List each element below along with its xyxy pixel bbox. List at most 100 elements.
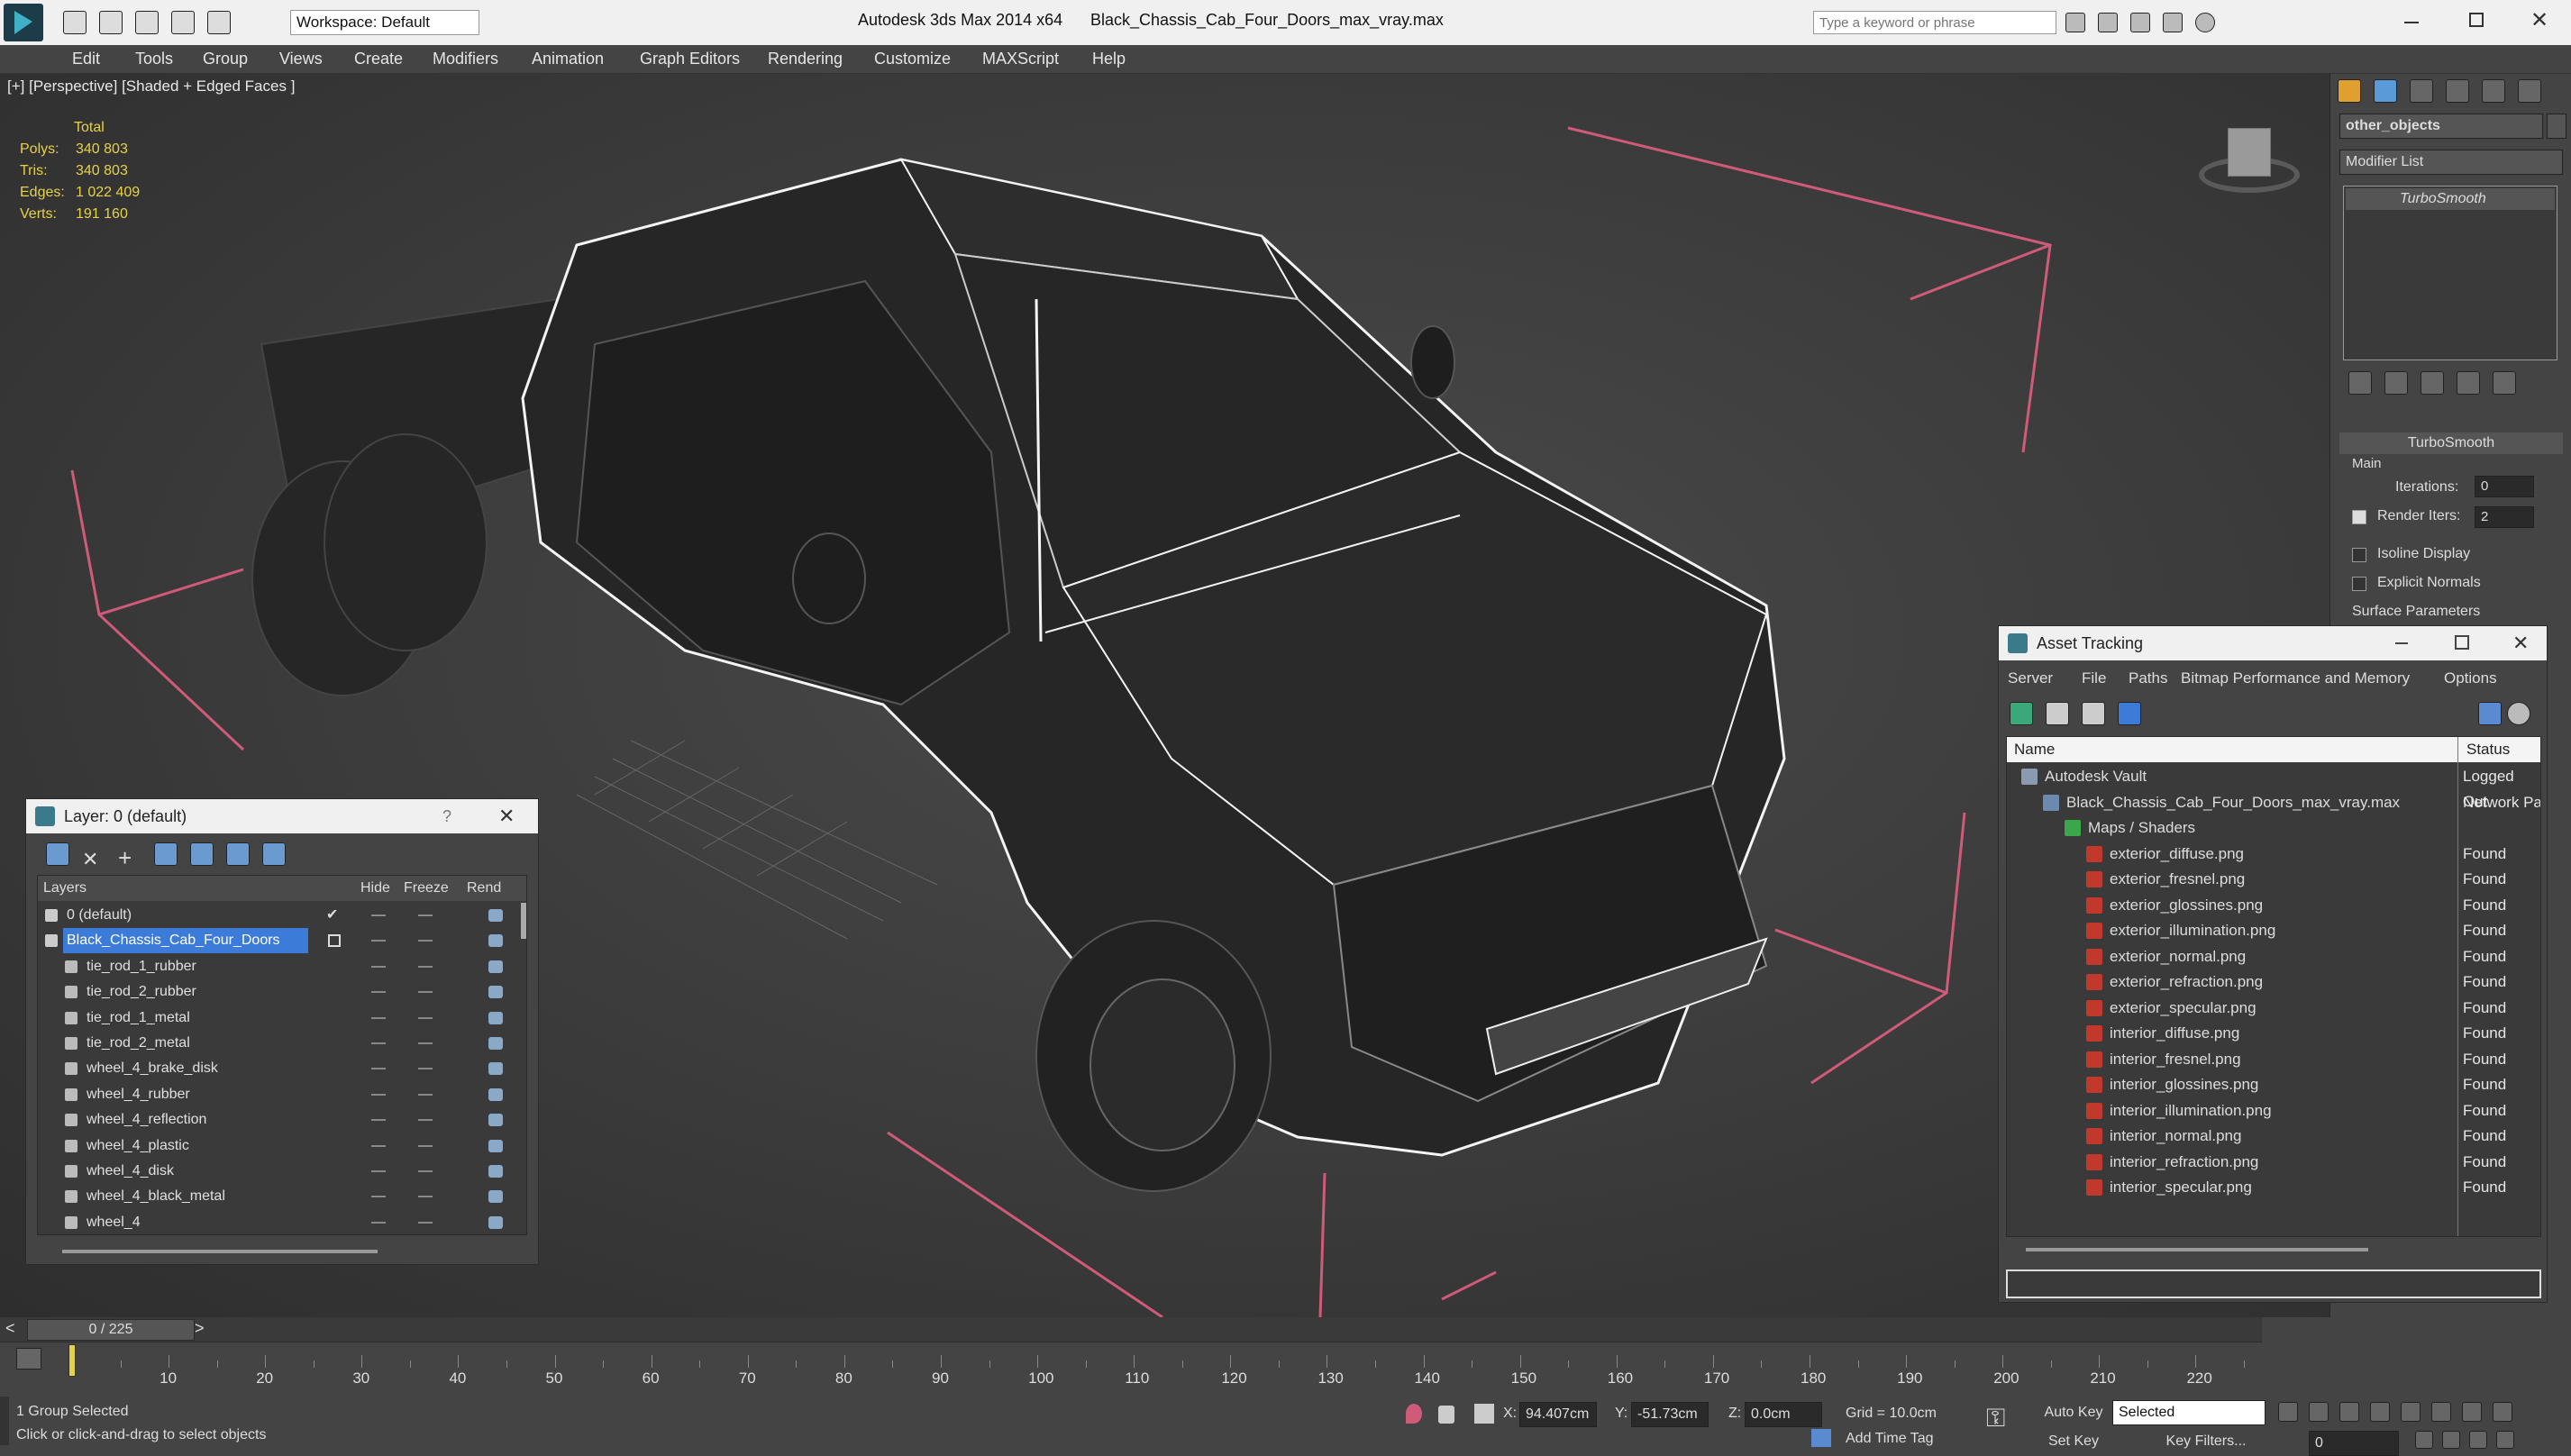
layer-row[interactable]: wheel_4_plastic	[38, 1133, 524, 1159]
pin-stack-icon[interactable]	[2348, 371, 2372, 395]
asset-menu-options[interactable]: Options	[2444, 666, 2497, 691]
layer-row[interactable]: wheel_4_disk	[38, 1159, 524, 1184]
iterations-spinner[interactable]: 0	[2475, 476, 2534, 497]
layer-list-scrollbar[interactable]	[521, 903, 526, 939]
hide-toggle[interactable]	[371, 940, 386, 942]
maximize-viewport-icon[interactable]	[2496, 1431, 2514, 1449]
menu-tools[interactable]: Tools	[135, 50, 173, 68]
set-current-layer-box[interactable]	[328, 934, 341, 948]
render-toggle-icon[interactable]	[488, 1139, 503, 1152]
freeze-toggle[interactable]	[418, 1068, 433, 1070]
menu-create[interactable]: Create	[354, 50, 403, 68]
asset-row[interactable]: interior_fresnel.png Found	[2007, 1047, 2540, 1072]
maxscript-listener-icon[interactable]	[0, 1397, 9, 1445]
freeze-toggle[interactable]	[418, 1119, 433, 1122]
current-layer-check-icon[interactable]: ✔	[326, 903, 338, 928]
time-slider-thumb[interactable]: 0 / 225	[27, 1319, 195, 1341]
new-file-icon[interactable]	[63, 11, 87, 34]
layer-row[interactable]: Black_Chassis_Cab_Four_Doors	[38, 928, 524, 954]
hide-toggle[interactable]	[371, 1119, 386, 1122]
layer-panel-help-button[interactable]: ?	[442, 799, 451, 833]
search-input[interactable]	[1813, 11, 2056, 34]
delete-layer-icon[interactable]: ✕	[82, 848, 105, 871]
hide-toggle[interactable]	[371, 1196, 386, 1198]
hide-toggle[interactable]	[371, 1170, 386, 1172]
previous-frame-icon[interactable]	[2309, 1402, 2329, 1422]
select-objects-icon[interactable]	[154, 842, 178, 866]
render-toggle-icon[interactable]	[488, 934, 503, 948]
save-file-icon[interactable]	[135, 11, 159, 34]
redo-icon[interactable]	[207, 11, 231, 34]
asset-menu-bitmap[interactable]: Bitmap Performance and Memory	[2181, 666, 2410, 691]
app-logo-icon[interactable]	[4, 4, 43, 41]
tree-view-icon[interactable]	[2082, 702, 2105, 725]
time-slider[interactable]: < 0 / 225 >	[0, 1317, 2262, 1342]
freeze-toggle[interactable]	[418, 940, 433, 942]
minimize-button[interactable]	[2404, 22, 2419, 23]
asset-help-icon[interactable]	[2507, 702, 2530, 725]
object-name-field[interactable]: other_objects	[2339, 114, 2543, 139]
auto-key-button[interactable]: Auto Key	[2035, 1400, 2112, 1427]
render-iters-checkbox[interactable]	[2352, 510, 2366, 524]
absolute-mode-icon[interactable]	[1474, 1404, 1494, 1424]
hide-toggle[interactable]	[371, 1144, 386, 1147]
key-icon[interactable]	[2098, 13, 2118, 32]
hide-all-layers-icon[interactable]	[226, 842, 250, 866]
key-filters-button[interactable]: Key Filters...	[2145, 1429, 2267, 1456]
asset-row[interactable]: Black_Chassis_Cab_Four_Doors_max_vray.ma…	[2007, 790, 2540, 815]
time-slider-prev-icon[interactable]: <	[5, 1319, 15, 1338]
play-icon[interactable]	[2339, 1402, 2359, 1422]
hide-toggle[interactable]	[371, 1042, 386, 1044]
freeze-toggle[interactable]	[418, 915, 433, 916]
track-bar-toggle-icon[interactable]	[16, 1348, 41, 1370]
table-view-icon[interactable]	[2118, 702, 2141, 725]
layer-row[interactable]: tie_rod_2_metal	[38, 1031, 524, 1056]
asset-menu-paths[interactable]: Paths	[2129, 666, 2167, 691]
asset-row[interactable]: interior_diffuse.png Found	[2007, 1021, 2540, 1046]
render-toggle-icon[interactable]	[488, 1190, 503, 1204]
time-slider-next-icon[interactable]: >	[195, 1319, 205, 1338]
freeze-toggle[interactable]	[418, 1016, 433, 1019]
go-to-start-icon[interactable]	[2278, 1402, 2298, 1422]
explicit-normals-checkbox[interactable]	[2352, 577, 2366, 591]
track-bar[interactable]: 10 20 30 40 50 60 70 80 90 100 110 120 130 140 150 160 1…	[0, 1342, 2262, 1397]
render-iters-spinner[interactable]: 2	[2475, 506, 2534, 528]
make-unique-icon[interactable]	[2421, 371, 2444, 395]
star-icon[interactable]	[2163, 13, 2183, 32]
modifier-list-dropdown[interactable]: Modifier List	[2339, 150, 2563, 175]
freeze-toggle[interactable]	[418, 1196, 433, 1198]
render-toggle-icon[interactable]	[488, 1215, 503, 1229]
asset-panel-titlebar[interactable]: Asset Tracking ✕	[1999, 626, 2547, 660]
freeze-toggle[interactable]	[418, 1093, 433, 1096]
menu-maxscript[interactable]: MAXScript	[982, 50, 1059, 68]
hide-toggle[interactable]	[371, 1093, 386, 1096]
add-time-tag-icon[interactable]	[1811, 1429, 1831, 1447]
render-toggle-icon[interactable]	[488, 986, 503, 999]
display-tab-icon[interactable]	[2482, 79, 2505, 103]
menu-group[interactable]: Group	[203, 50, 248, 68]
create-layer-icon[interactable]	[46, 842, 69, 866]
freeze-toggle[interactable]	[418, 1221, 433, 1224]
refresh-icon[interactable]	[2010, 702, 2033, 725]
next-frame-icon[interactable]	[2370, 1402, 2390, 1422]
set-key-button[interactable]: Set Key	[2035, 1429, 2112, 1456]
orbit-icon[interactable]	[2469, 1431, 2487, 1449]
hide-toggle[interactable]	[371, 991, 386, 994]
render-toggle-icon[interactable]	[488, 1114, 503, 1127]
layer-row[interactable]: 0 (default) ✔	[38, 903, 524, 928]
current-frame-field[interactable]: 0	[2309, 1431, 2399, 1456]
zoom-icon[interactable]	[2431, 1402, 2451, 1422]
asset-row[interactable]: exterior_normal.png Found	[2007, 944, 2540, 969]
hide-toggle[interactable]	[371, 965, 386, 968]
layer-panel-titlebar[interactable]: Layer: 0 (default) ? ✕	[26, 799, 538, 833]
col-freeze[interactable]: Freeze	[404, 876, 449, 901]
render-toggle-icon[interactable]	[488, 1037, 503, 1050]
add-to-layer-icon[interactable]: +	[118, 846, 141, 870]
freeze-toggle[interactable]	[418, 991, 433, 994]
asset-row[interactable]: exterior_fresnel.png Found	[2007, 867, 2540, 892]
current-frame-marker[interactable]	[68, 1344, 76, 1377]
col-status[interactable]: Status	[2466, 737, 2510, 762]
layer-row[interactable]: wheel_4	[38, 1210, 524, 1234]
zoom-extents-icon[interactable]	[2493, 1402, 2512, 1422]
render-toggle-icon[interactable]	[488, 1062, 503, 1076]
